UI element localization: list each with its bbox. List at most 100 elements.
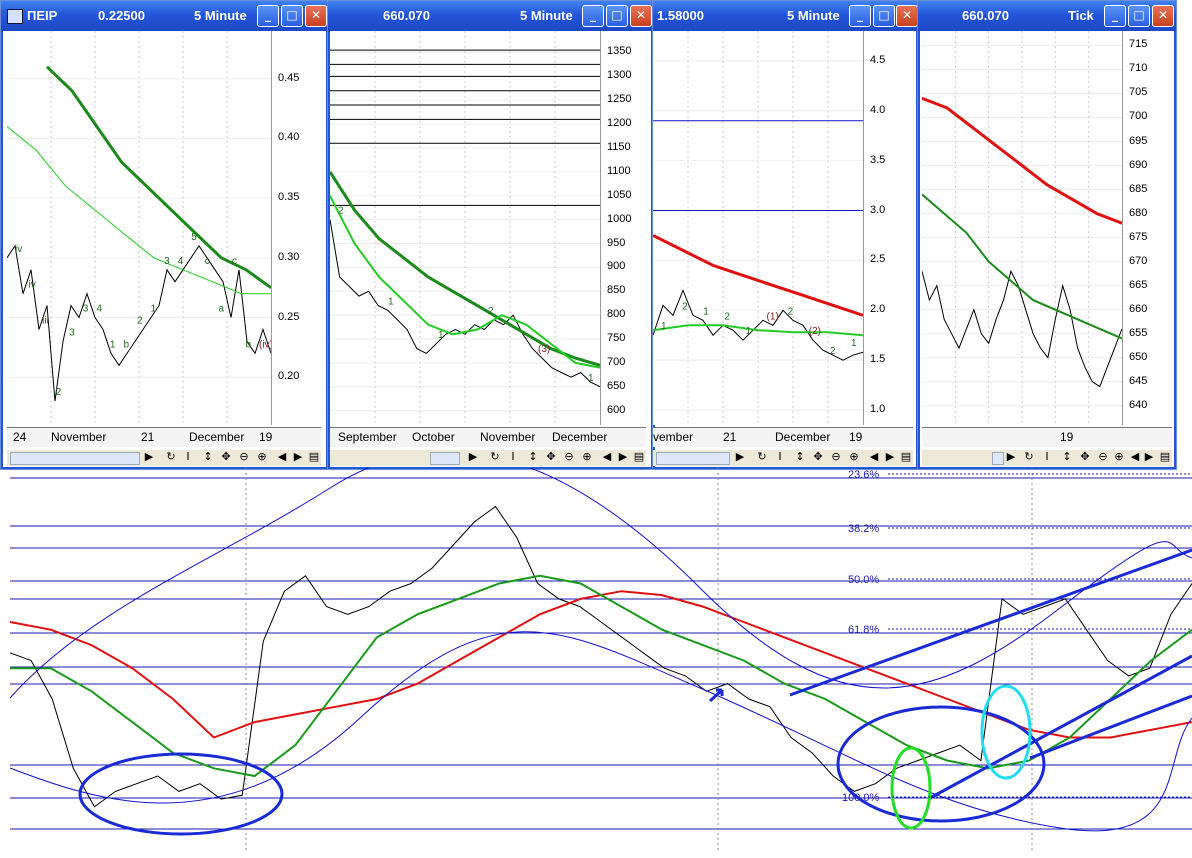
- window-titlebar[interactable]: 660.070 Tick _ □ ✕: [918, 1, 1176, 31]
- move-icon[interactable]: ✥: [811, 450, 825, 463]
- series-line: [10, 574, 1192, 778]
- chart-window-2[interactable]: 660.070 5 Minute _ □ ✕ 2 1 1 2 (3) 1 1350 1300…: [327, 0, 654, 470]
- zoom-out-icon[interactable]: ⊖: [829, 450, 843, 463]
- price-scale[interactable]: 0.45 0.40 0.35 0.30 0.25 0.20: [271, 31, 322, 425]
- chart-window-1[interactable]: ΠΕΙΡ 0.22500 5 Minute _ □ ✕ iv iv iii 2 3 3 4 1…: [0, 0, 329, 470]
- vertical-zoom-icon[interactable]: ↕: [526, 450, 540, 463]
- scale-tick-label: 1200: [607, 117, 632, 130]
- chart-window-3[interactable]: 1.58000 5 Minute _ □ ✕ 1 2 1 2 1 (1) 2 (2) 2 1 4.…: [652, 0, 919, 470]
- scroll-right-icon[interactable]: ▶: [733, 450, 747, 463]
- date-axis-label: November: [480, 430, 536, 444]
- date-axis-label: December: [552, 430, 608, 444]
- scroll-right-icon[interactable]: ▶: [616, 450, 630, 463]
- move-icon[interactable]: ✥: [219, 450, 233, 463]
- scroll-left-icon[interactable]: ◀: [1128, 450, 1142, 463]
- scale-tick-label: 680: [1129, 206, 1148, 219]
- cursor-icon[interactable]: I: [773, 450, 787, 463]
- maximize-button[interactable]: □: [873, 5, 895, 27]
- scroll-left-icon[interactable]: ◀: [275, 450, 289, 463]
- scroll-right-icon[interactable]: ▶: [883, 450, 897, 463]
- scroll-right-icon[interactable]: ▶: [142, 450, 156, 463]
- scroll-left-icon[interactable]: ◀: [867, 450, 881, 463]
- window-titlebar[interactable]: ΠΕΙΡ 0.22500 5 Minute _ □ ✕: [1, 1, 328, 31]
- zoom-out-icon[interactable]: ⊖: [562, 450, 576, 463]
- close-button[interactable]: ✕: [1152, 5, 1174, 27]
- window-toolbar[interactable]: ▶ ↻ I ↕ ✥ ⊖ ⊕ ◀ ▶ ▤: [653, 450, 913, 466]
- properties-icon[interactable]: ▤: [307, 450, 321, 463]
- zoom-out-icon[interactable]: ⊖: [1096, 450, 1110, 463]
- scale-tick-label: 715: [1129, 38, 1148, 51]
- horizontal-scrollbar[interactable]: [10, 452, 140, 465]
- properties-icon[interactable]: ▤: [1158, 450, 1172, 463]
- move-icon[interactable]: ✥: [1078, 450, 1092, 463]
- scale-tick-label: 1300: [607, 69, 632, 82]
- price-scale[interactable]: 4.5 4.0 3.5 3.0 2.5 2.0 1.5 1.0: [863, 31, 914, 425]
- price-label: 660.070: [383, 8, 430, 23]
- wave-label: 1: [110, 339, 116, 350]
- vertical-zoom-icon[interactable]: ↕: [201, 450, 215, 463]
- main-chart-area[interactable]: 23.6% 38.2% 50.0% 61.8% 100.0%: [0, 451, 1192, 853]
- minimize-button[interactable]: _: [582, 5, 604, 27]
- plot-area[interactable]: 2 1 1 2 (3) 1: [328, 31, 601, 425]
- scale-tick-label: 690: [1129, 158, 1148, 171]
- properties-icon[interactable]: ▤: [632, 450, 646, 463]
- minimize-button[interactable]: _: [257, 5, 279, 27]
- wave-label: 4: [96, 304, 102, 315]
- maximize-button[interactable]: □: [606, 5, 628, 27]
- plot-area[interactable]: iviviii23341b21345cacb(iv): [6, 31, 273, 425]
- window-toolbar[interactable]: ▶ ↻ I ↕ ✥ ⊖ ⊕ ◀ ▶ ▤: [922, 450, 1172, 466]
- plot-area[interactable]: [921, 31, 1123, 425]
- wave-label: 2: [488, 306, 494, 317]
- scale-tick-label: 3.5: [870, 153, 886, 166]
- close-button[interactable]: ✕: [305, 5, 327, 27]
- zoom-in-icon[interactable]: ⊕: [580, 450, 594, 463]
- close-button[interactable]: ✕: [896, 5, 918, 27]
- scroll-right-icon[interactable]: ▶: [466, 450, 480, 463]
- scroll-right-icon[interactable]: ▶: [1004, 450, 1018, 463]
- vertical-zoom-icon[interactable]: ↕: [1060, 450, 1074, 463]
- wave-label: c: [232, 256, 237, 267]
- horizontal-scrollbar[interactable]: [430, 452, 460, 465]
- refresh-icon[interactable]: ↻: [164, 450, 178, 463]
- chart-window-4[interactable]: 660.070 Tick _ □ ✕ 715 710 705 700 695 690 685…: [917, 0, 1177, 470]
- cursor-icon[interactable]: I: [181, 450, 195, 463]
- refresh-icon[interactable]: ↻: [488, 450, 502, 463]
- cursor-icon[interactable]: I: [506, 450, 520, 463]
- window-titlebar[interactable]: 660.070 5 Minute _ □ ✕: [328, 1, 653, 31]
- price-scale[interactable]: 1350 1300 1250 1200 1150 1100 1050 1000 950 900 85…: [600, 31, 647, 425]
- horizontal-scrollbar[interactable]: [992, 452, 1004, 465]
- zoom-in-icon[interactable]: ⊕: [255, 450, 269, 463]
- plot-area[interactable]: 1 2 1 2 1 (1) 2 (2) 2 1: [653, 31, 864, 425]
- minimize-button[interactable]: _: [849, 5, 871, 27]
- vertical-zoom-icon[interactable]: ↕: [793, 450, 807, 463]
- scale-tick-label: 0.35: [278, 191, 300, 204]
- zoom-out-icon[interactable]: ⊖: [237, 450, 251, 463]
- window-toolbar[interactable]: ▶ ↻ I ↕ ✥ ⊖ ⊕ ◀ ▶ ▤: [7, 450, 321, 466]
- date-axis-label: December: [189, 430, 245, 444]
- scroll-right-icon[interactable]: ▶: [291, 450, 305, 463]
- close-button[interactable]: ✕: [630, 5, 652, 27]
- zoom-in-icon[interactable]: ⊕: [847, 450, 861, 463]
- maximize-button[interactable]: □: [1128, 5, 1150, 27]
- minimize-button[interactable]: _: [1104, 5, 1126, 27]
- wave-label: 1: [151, 304, 157, 315]
- highlight-ellipse: [890, 746, 932, 830]
- scale-tick-label: 685: [1129, 182, 1148, 195]
- scale-tick-label: 0.20: [278, 370, 300, 383]
- scale-tick-label: 850: [607, 284, 626, 297]
- fib-level-label: 38.2%: [848, 523, 879, 535]
- series-line: [45, 65, 272, 289]
- cursor-icon[interactable]: I: [1040, 450, 1054, 463]
- horizontal-scrollbar[interactable]: [656, 452, 730, 465]
- window-toolbar[interactable]: ▶ ↻ I ↕ ✥ ⊖ ⊕ ◀ ▶ ▤: [330, 450, 646, 466]
- properties-icon[interactable]: ▤: [899, 450, 913, 463]
- refresh-icon[interactable]: ↻: [755, 450, 769, 463]
- refresh-icon[interactable]: ↻: [1022, 450, 1036, 463]
- scroll-right-icon[interactable]: ▶: [1142, 450, 1156, 463]
- maximize-button[interactable]: □: [281, 5, 303, 27]
- zoom-in-icon[interactable]: ⊕: [1112, 450, 1126, 463]
- window-titlebar[interactable]: 1.58000 5 Minute _ □ ✕: [653, 1, 918, 31]
- move-icon[interactable]: ✥: [544, 450, 558, 463]
- scroll-left-icon[interactable]: ◀: [600, 450, 614, 463]
- price-scale[interactable]: 715 710 705 700 695 690 685 680 675 670 665 660 655 6…: [1122, 31, 1173, 425]
